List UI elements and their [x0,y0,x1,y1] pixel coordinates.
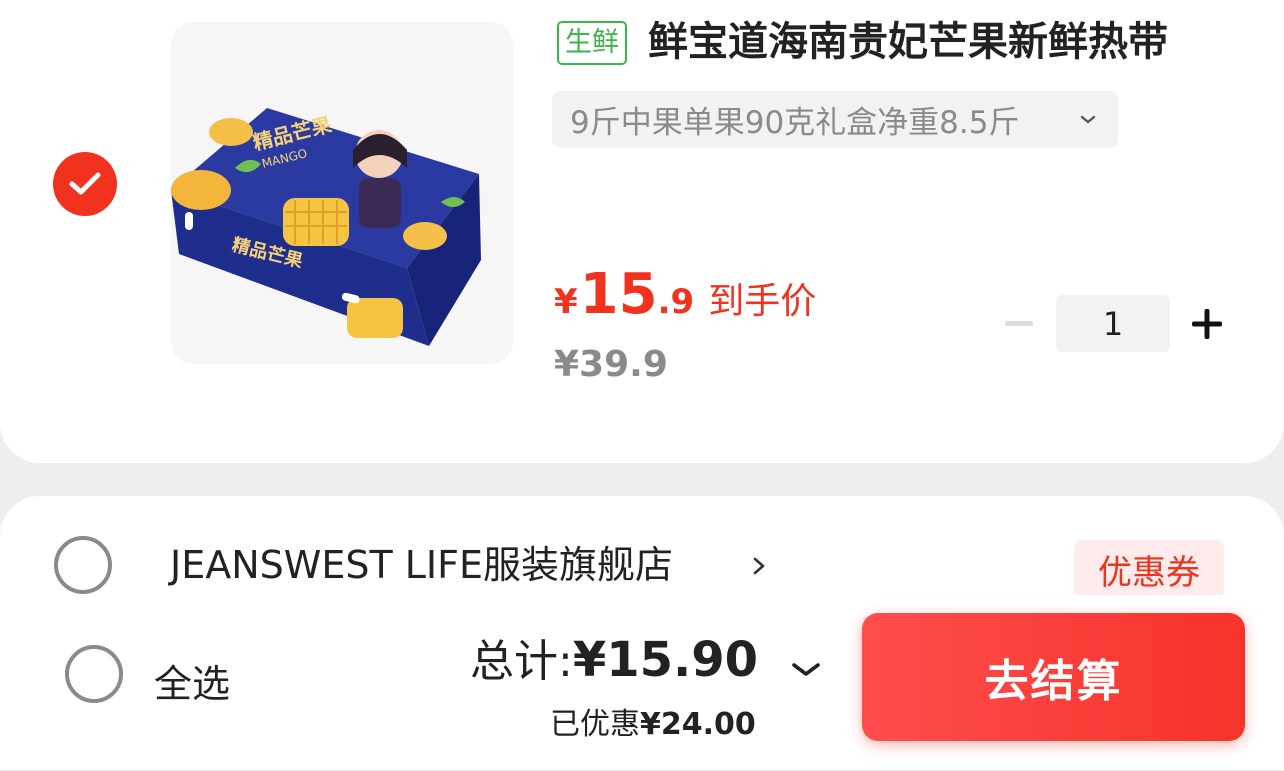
original-price: ¥39.9 [554,344,668,385]
discount-label: 已优惠 [550,707,640,742]
fresh-tag-badge: 生鲜 [557,21,627,65]
product-image[interactable]: 精品芒果 MANGO 精品芒果 [171,22,513,364]
mango-gift-box-image: 精品芒果 MANGO 精品芒果 [171,108,481,346]
price-decimal: .9 [657,282,695,322]
store-select-checkbox[interactable] [54,536,112,594]
minus-icon [1005,321,1033,326]
discount-value: ¥24.00 [640,707,756,742]
total-label: 总计: [470,636,573,687]
checkmark-icon [69,172,101,195]
spec-selector[interactable]: 9斤中果单果90克礼盒净重8.5斤 [552,91,1118,148]
product-title[interactable]: 鲜宝道海南贵妃芒果新鲜热带 [648,14,1208,70]
select-all-label[interactable]: 全选 [154,653,230,708]
cart-item-card: 精品芒果 MANGO 精品芒果 生鲜 鲜宝道海南贵妃芒果新鲜热带 9斤中果单果9… [0,0,1284,463]
item-select-checkbox[interactable] [53,152,117,216]
price-label: 到手价 [708,281,817,322]
chevron-down-icon [1080,115,1096,123]
plus-icon [1192,309,1222,339]
spec-value: 9斤中果单果90克礼盒净重8.5斤 [570,105,1020,141]
chevron-right-icon[interactable] [748,554,770,578]
total-value: ¥15.90 [572,632,759,688]
select-all-checkbox[interactable] [65,645,123,703]
store-name-link[interactable]: JEANSWEST LIFE服装旗舰店 [170,540,673,590]
price-integer: 15 [579,262,658,327]
final-price: ¥ 15 .9 到手价 [554,262,816,332]
discount-summary: 已优惠 ¥24.00 [550,699,756,743]
total-summary: 总计: ¥15.90 [470,625,758,689]
quantity-increase-button[interactable] [1186,303,1228,345]
checkout-button[interactable]: 去结算 [862,613,1245,741]
checkout-bar: 全选 总计: ¥15.90 已优惠 ¥24.00 去结算 [0,595,1284,771]
quantity-decrease-button[interactable] [1000,306,1038,342]
coupon-button[interactable]: 优惠券 [1074,540,1224,598]
quantity-input[interactable]: 1 [1056,295,1170,352]
price-currency: ¥ [554,282,578,322]
chevron-down-icon[interactable] [790,655,822,685]
